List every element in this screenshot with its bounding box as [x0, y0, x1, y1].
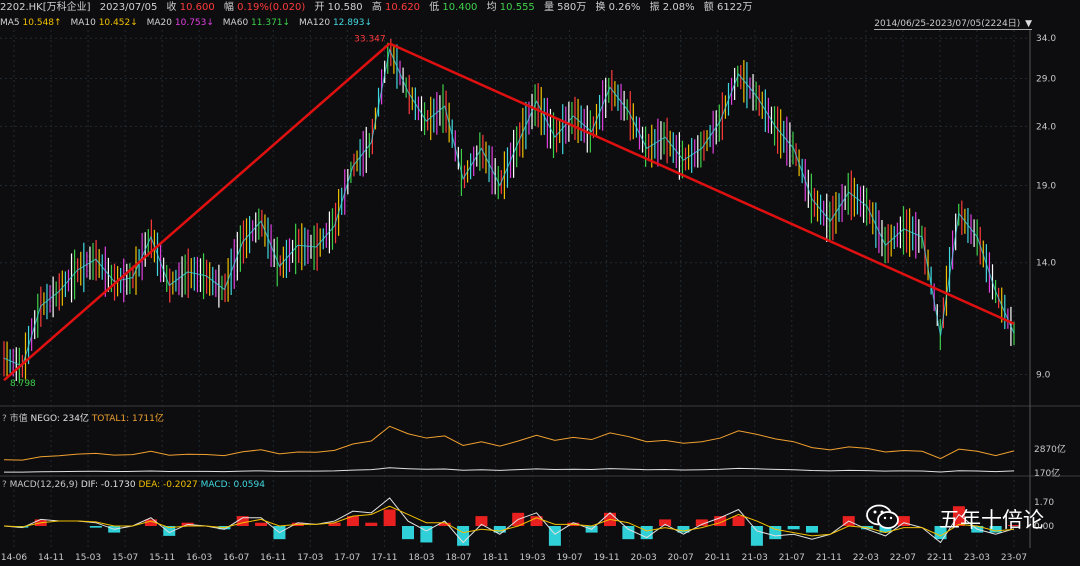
- x-tick-label: 15-07: [112, 553, 138, 563]
- total1-label: TOTAL1: 1711亿: [91, 414, 164, 424]
- x-tick-label: 17-03: [297, 553, 323, 563]
- wechat-icon: [866, 504, 899, 529]
- macd-bar: [659, 519, 672, 526]
- cap-tick-label: 2870亿: [1034, 443, 1066, 455]
- market-cap-panel: 2870亿 170亿: [3, 425, 1066, 479]
- x-tick-label: 21-11: [816, 553, 842, 563]
- y-tick-label: 14.0: [1036, 259, 1056, 269]
- macd-bar: [732, 516, 745, 526]
- cap-tick-label: 170亿: [1034, 467, 1060, 479]
- help-icon[interactable]: ?: [2, 414, 7, 424]
- macd-title: MACD(12,26,9): [9, 480, 79, 490]
- x-tick-label: 19-03: [519, 553, 545, 563]
- macd-bar: [255, 522, 268, 526]
- watermark-text: 五年十倍论: [939, 508, 1044, 532]
- x-tick-label: 22-11: [927, 553, 953, 563]
- x-tick-label: 16-11: [260, 553, 286, 563]
- x-tick-label: 18-11: [482, 553, 508, 563]
- x-tick-label: 18-03: [408, 553, 434, 563]
- low-price-label: 8.798: [10, 379, 36, 389]
- x-tick-label: 19-07: [556, 553, 582, 563]
- x-tick-label: 14-06: [1, 553, 27, 563]
- trendlines: [3, 42, 1015, 382]
- macd-bar: [622, 526, 635, 540]
- macd-bar: [750, 526, 763, 546]
- total1-line: [3, 425, 1015, 461]
- x-tick-label: 16-03: [186, 553, 212, 563]
- macd-bar: [89, 526, 102, 528]
- x-tick-label: 17-11: [371, 553, 397, 563]
- macd-bar: [806, 526, 818, 533]
- dif-label: DIF: -0.1730: [80, 480, 136, 490]
- y-tick-label: 34.0: [1036, 34, 1056, 44]
- x-tick-label: 18-07: [445, 553, 471, 563]
- help-icon[interactable]: ?: [2, 480, 7, 490]
- x-tick-label: 21-07: [779, 553, 805, 563]
- x-tick-label: 20-11: [705, 553, 731, 563]
- x-tick-label: 20-03: [631, 553, 657, 563]
- macd-label: MACD: 0.0594: [200, 480, 265, 490]
- x-tick-label: 20-07: [668, 553, 694, 563]
- x-tick-label: 14-11: [38, 553, 64, 563]
- x-tick-label: 21-03: [742, 553, 768, 563]
- x-tick-label: 16-07: [223, 553, 249, 563]
- macd-legend: ? MACD(12,26,9) DIF: -0.1730 DEA: -0.202…: [2, 480, 265, 490]
- x-tick-label: 23-07: [1001, 553, 1027, 563]
- nego-label: NEGO: 234亿: [30, 414, 89, 424]
- x-tick-label: 22-03: [853, 553, 879, 563]
- y-tick-label: 9.0: [1036, 371, 1051, 381]
- macd-bar: [365, 522, 378, 526]
- macd-bar: [383, 509, 396, 526]
- macd-bar: [402, 526, 414, 540]
- x-tick-label: 22-07: [890, 553, 916, 563]
- time-axis: 14-06 14-11 15-03 15-07 15-11 16-03 16-07 16-11…: [1, 553, 1027, 563]
- y-tick-label: 19.0: [1036, 181, 1056, 191]
- candlestick-series: [3, 38, 1015, 384]
- macd-bar: [769, 526, 782, 540]
- market-cap-legend: ? 市值 NEGO: 234亿 TOTAL1: 1711亿: [2, 411, 164, 424]
- high-price-label: 33.347: [354, 34, 386, 44]
- trendline: [389, 42, 1015, 325]
- x-tick-label: 23-03: [964, 553, 990, 563]
- trendline: [3, 42, 391, 382]
- dea-label: DEA: -0.2027: [138, 480, 198, 490]
- macd-bar: [787, 526, 800, 530]
- y-tick-label: 29.0: [1036, 74, 1056, 84]
- x-tick-label: 15-11: [149, 553, 175, 563]
- x-tick-label: 19-11: [594, 553, 620, 563]
- x-tick-label: 17-07: [334, 553, 360, 563]
- market-cap-title: 市值: [9, 414, 28, 424]
- nego-line: [4, 467, 1015, 473]
- y-tick-label: 24.0: [1036, 122, 1056, 132]
- x-tick-label: 15-03: [75, 553, 101, 563]
